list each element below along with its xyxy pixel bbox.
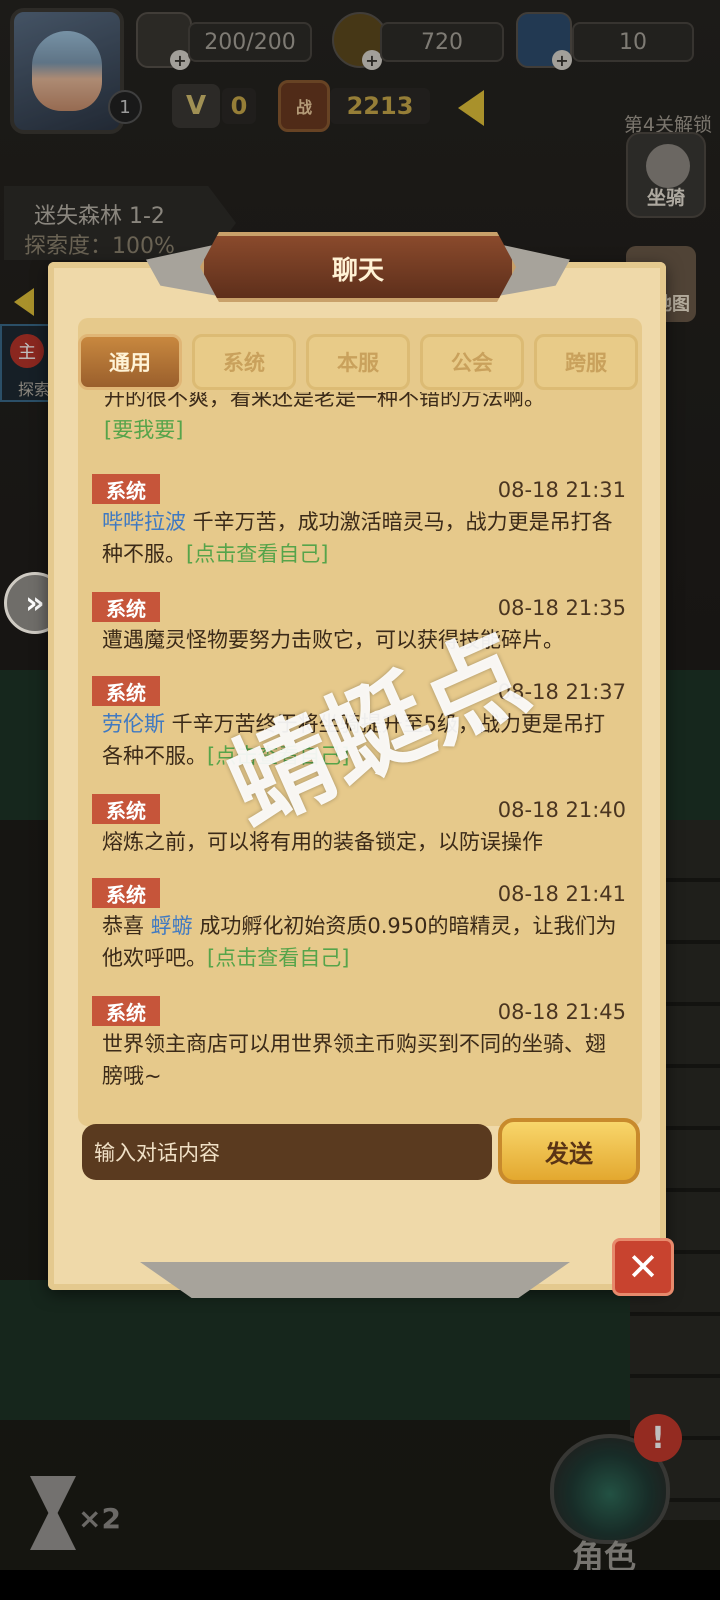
system-badge: 系统 <box>92 878 160 908</box>
tab-cross-server[interactable]: 跨服 <box>534 334 638 390</box>
tab-general[interactable]: 通用 <box>78 334 182 390</box>
chat-message: 系统 08-18 21:45 世界领主商店可以用世界领主币购买到不同的坐骑、翅膀… <box>90 996 636 1100</box>
message-time: 08-18 21:45 <box>497 1000 626 1024</box>
message-text: 世界领主商店可以用世界领主币购买到不同的坐骑、翅膀哦~ <box>102 1032 606 1088</box>
player-name-link[interactable]: 哔哔拉波 <box>102 510 186 534</box>
system-badge: 系统 <box>92 676 160 706</box>
dialog-bottom-ornament <box>140 1262 570 1298</box>
partial-message: 开的很不爽，看来还是老是一种不错的方法啊。 [要我要] <box>104 392 624 446</box>
close-icon[interactable]: ✕ <box>612 1238 674 1296</box>
message-time: 08-18 21:41 <box>497 882 626 906</box>
message-body: 熔炼之前，可以将有用的装备锁定，以防误操作 <box>102 826 626 858</box>
message-body: 恭喜 蜉蝣 成功孵化初始资质0.950的暗精灵，让我们为他欢呼吧。[点击查看自己… <box>102 910 626 974</box>
message-body: 哔哔拉波 千辛万苦，成功激活暗灵马，战力更是吊打各种不服。[点击查看自己] <box>102 506 626 570</box>
partial-message-link[interactable]: [要我要] <box>104 418 183 442</box>
message-text: 熔炼之前，可以将有用的装备锁定，以防误操作 <box>102 830 543 854</box>
chat-input[interactable]: 输入对话内容 <box>82 1124 492 1180</box>
chat-tabs: 通用 系统 本服 公会 跨服 <box>78 334 640 392</box>
system-badge: 系统 <box>92 996 160 1026</box>
tab-server[interactable]: 本服 <box>306 334 410 390</box>
system-badge: 系统 <box>92 592 160 622</box>
partial-message-text: 开的很不爽，看来还是老是一种不错的方法啊。 <box>104 392 545 410</box>
tab-system[interactable]: 系统 <box>192 334 296 390</box>
player-name-link[interactable]: 蜉蝣 <box>151 914 193 938</box>
chat-title: 聊天 <box>331 256 384 286</box>
chat-message: 系统 08-18 21:31 哔哔拉波 千辛万苦，成功激活暗灵马，战力更是吊打各… <box>90 474 636 578</box>
system-badge: 系统 <box>92 794 160 824</box>
send-button[interactable]: 发送 <box>498 1118 640 1184</box>
player-name-link[interactable]: 劳伦斯 <box>102 712 165 736</box>
tab-guild[interactable]: 公会 <box>420 334 524 390</box>
message-time: 08-18 21:31 <box>497 478 626 502</box>
chat-message: 系统 08-18 21:41 恭喜 蜉蝣 成功孵化初始资质0.950的暗精灵，让… <box>90 878 636 982</box>
view-link[interactable]: [点击查看自己] <box>207 946 349 970</box>
message-time: 08-18 21:35 <box>497 596 626 620</box>
message-prefix: 恭喜 <box>102 914 151 938</box>
message-time: 08-18 21:40 <box>497 798 626 822</box>
message-body: 世界领主商店可以用世界领主币购买到不同的坐骑、翅膀哦~ <box>102 1028 626 1092</box>
system-badge: 系统 <box>92 474 160 504</box>
view-link[interactable]: [点击查看自己] <box>186 542 328 566</box>
